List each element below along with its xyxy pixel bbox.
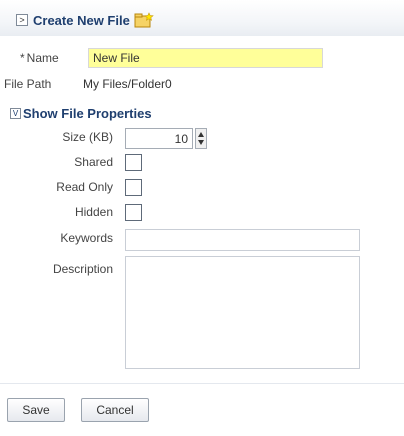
save-button[interactable]: Save: [7, 398, 65, 422]
dialog-title-tab[interactable]: > Create New File: [16, 8, 154, 32]
dialog-header: > Create New File: [0, 0, 404, 36]
read-only-checkbox[interactable]: [125, 179, 142, 196]
keywords-label: Keywords: [60, 231, 113, 245]
size-spinner[interactable]: [195, 128, 207, 149]
hidden-checkbox[interactable]: [125, 204, 142, 221]
size-input[interactable]: 10: [125, 128, 193, 149]
cancel-button[interactable]: Cancel: [81, 398, 149, 422]
hidden-label: Hidden: [74, 205, 113, 219]
description-label: Description: [52, 262, 113, 276]
file-path-label: File Path: [4, 77, 51, 91]
description-textarea[interactable]: [125, 256, 360, 369]
file-path-value: My Files/Folder0: [83, 77, 172, 91]
new-file-icon: [134, 12, 154, 28]
spin-down-icon[interactable]: [198, 140, 204, 145]
shared-checkbox[interactable]: [125, 154, 142, 171]
keywords-input[interactable]: [125, 229, 360, 251]
show-properties-title: Show File Properties: [23, 106, 152, 121]
disclosure-icon[interactable]: V: [10, 108, 21, 119]
show-properties-toggle[interactable]: V Show File Properties: [10, 106, 152, 121]
size-label: Size (KB): [62, 130, 113, 144]
footer-divider: [0, 383, 404, 384]
file-path-label-text: File Path: [4, 77, 52, 91]
spin-up-icon[interactable]: [198, 132, 204, 137]
dialog-title: Create New File: [33, 12, 130, 28]
name-label-group: * Name: [20, 47, 59, 69]
shared-label: Shared: [74, 155, 113, 169]
name-label: Name: [26, 51, 59, 65]
name-input[interactable]: New File: [88, 48, 323, 68]
read-only-label: Read Only: [56, 180, 113, 194]
required-marker: *: [20, 51, 25, 65]
expand-icon[interactable]: >: [16, 14, 28, 26]
